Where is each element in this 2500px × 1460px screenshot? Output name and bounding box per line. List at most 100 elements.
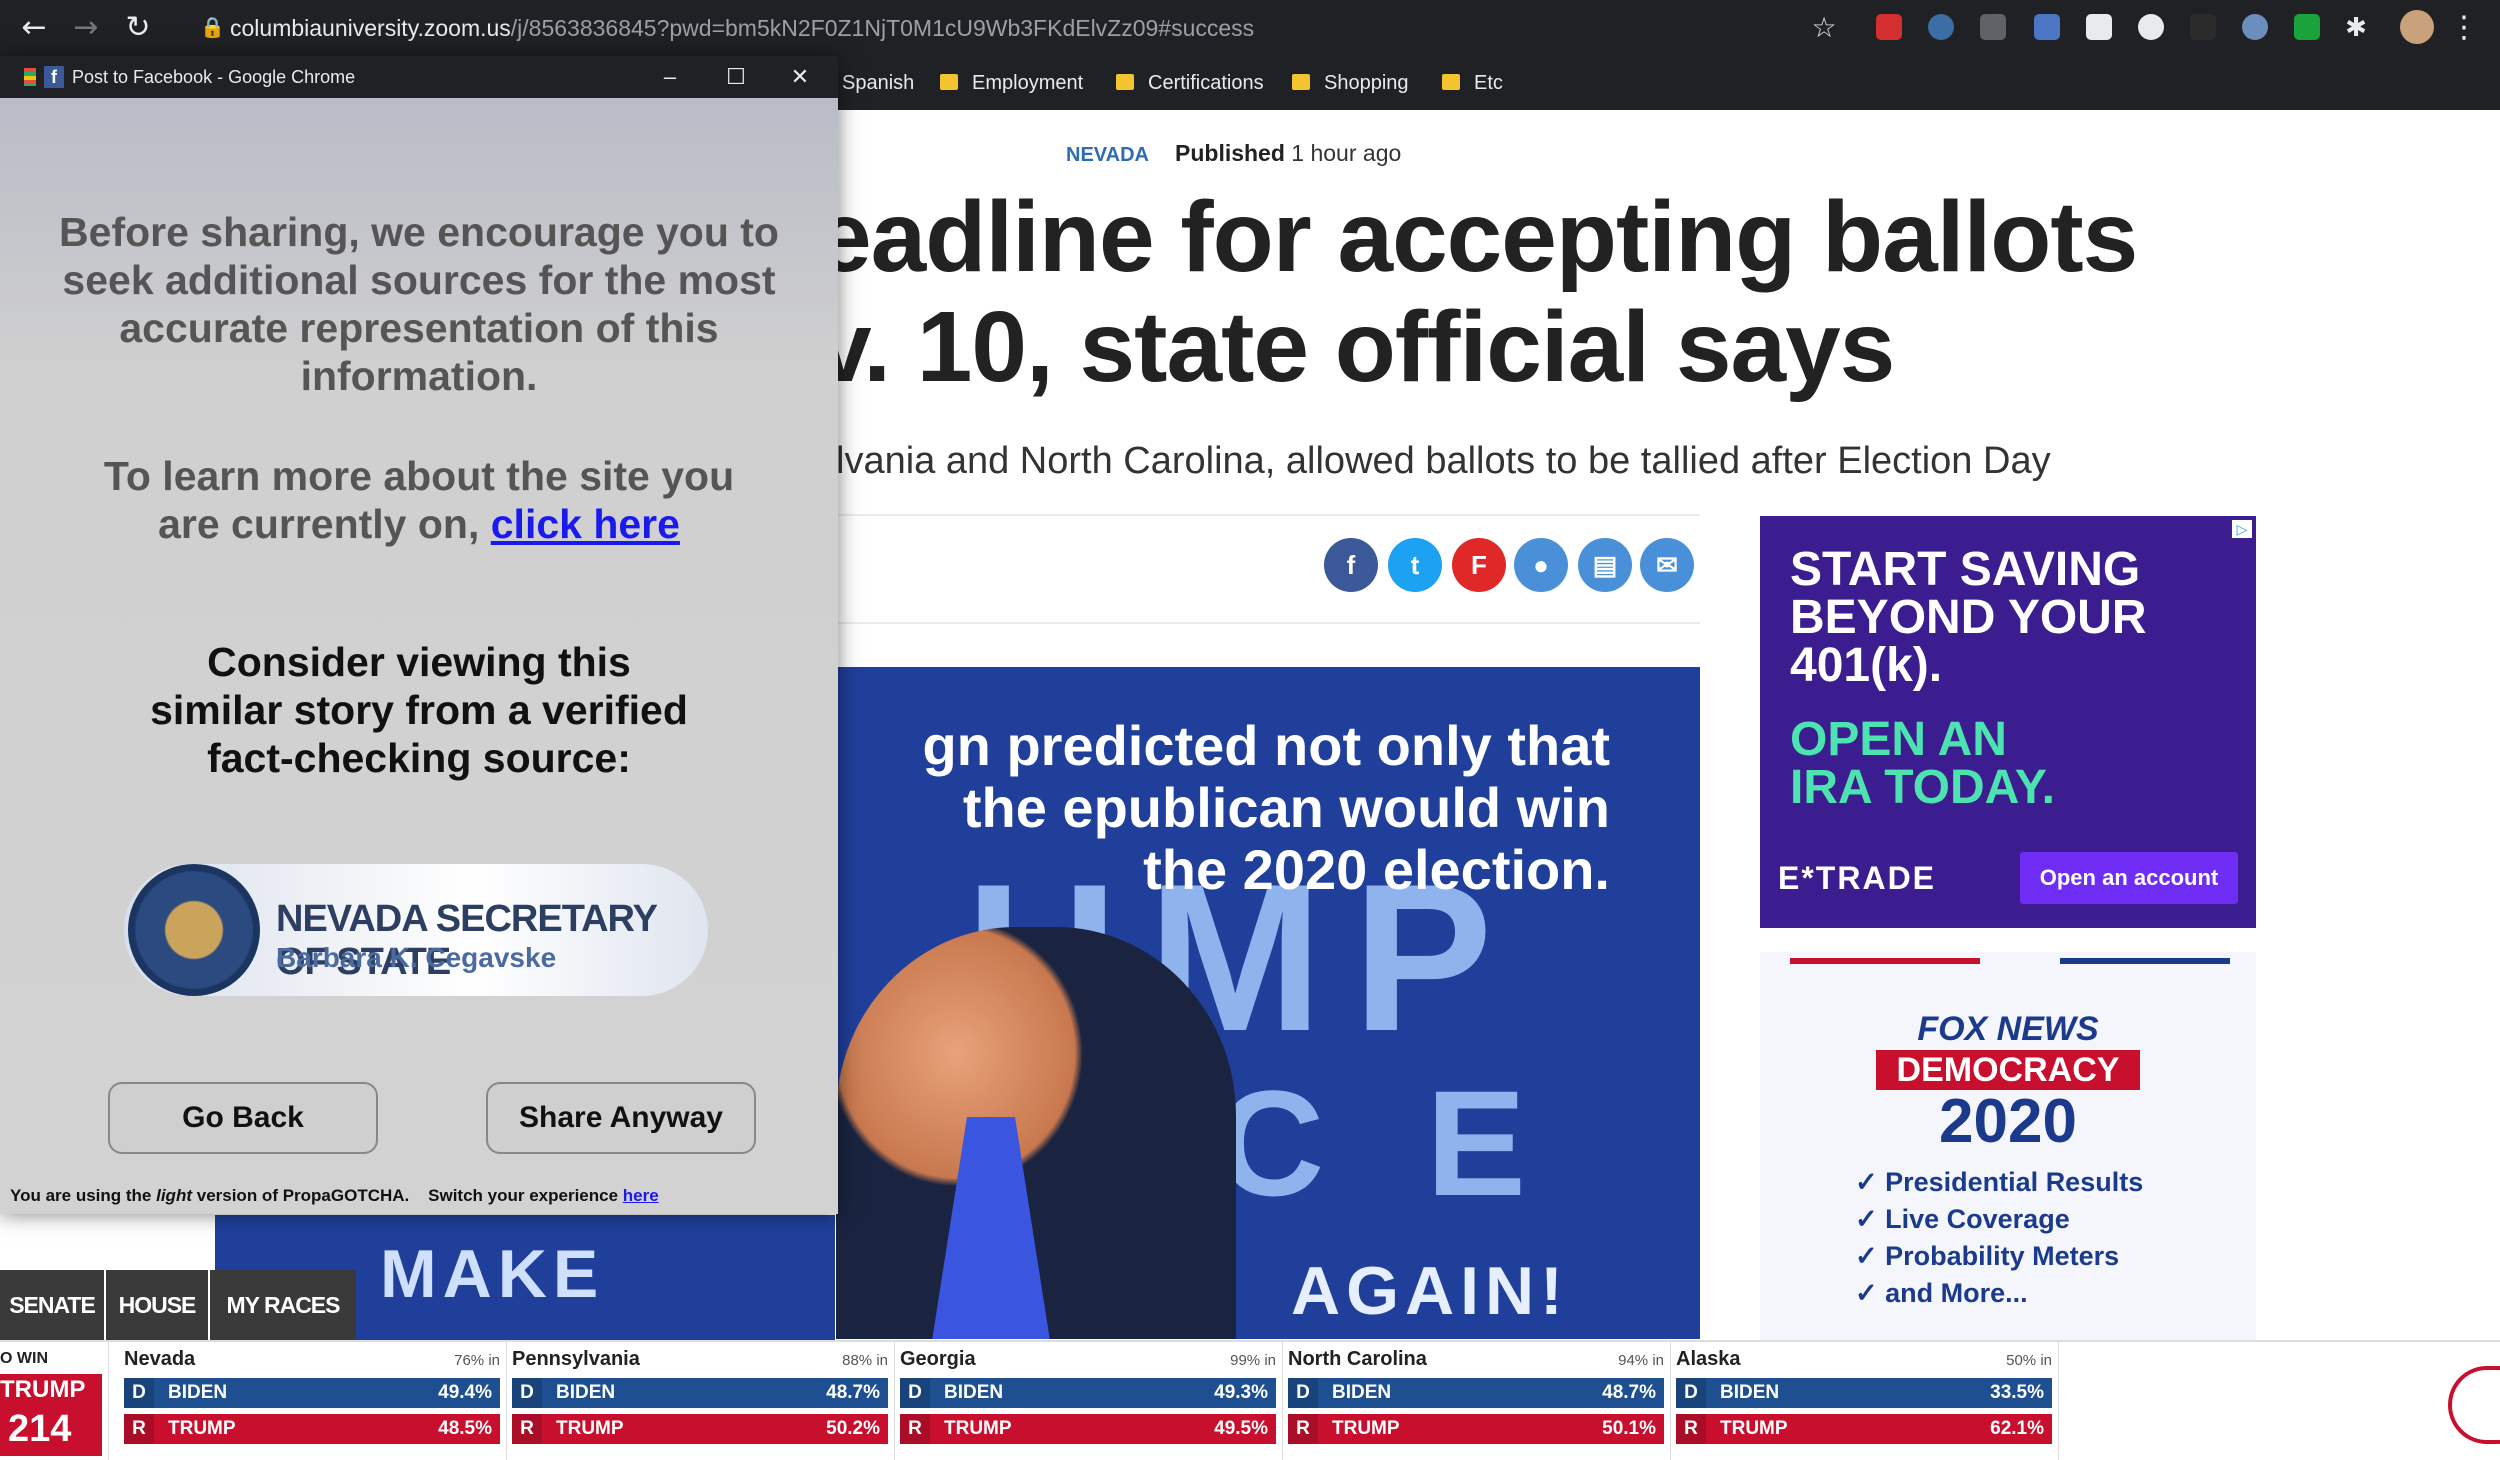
fact-check-source-link[interactable]: NEVADA SECRETARY OF STATE Barbara K. Ceg… [124, 864, 708, 996]
folder-icon [1116, 74, 1134, 90]
biden-pct: 49.4% [438, 1382, 492, 1403]
article-subhead: lvania and North Carolina, allowed ballo… [836, 440, 2051, 482]
biden-pct: 48.7% [1602, 1382, 1656, 1403]
version-footnote: You are using the light version of Propa… [10, 1186, 659, 1205]
trump-pct: 49.5% [1214, 1418, 1268, 1439]
extension-icon[interactable] [1928, 14, 1954, 40]
list-item: ✓ Live Coverage [1855, 1204, 2070, 1234]
trump-row: R TRUMP 48.5% [124, 1414, 500, 1444]
trump-pct: 48.5% [438, 1418, 492, 1439]
extension-icon[interactable] [2138, 14, 2164, 40]
menu-icon[interactable]: ⋮ [2444, 8, 2484, 48]
extension-icon[interactable] [2242, 14, 2268, 40]
headline-line-1: eadline for accepting ballots [816, 181, 2138, 293]
share-anyway-button[interactable]: Share Anyway [486, 1082, 756, 1154]
ad-cta-text: OPEN AN IRA TODAY. [1790, 713, 2055, 814]
folder-icon [940, 74, 958, 90]
list-item: ✓ Presidential Results [1855, 1167, 2144, 1197]
trump-row: R TRUMP 62.1% [1676, 1414, 2052, 1444]
bookmark-certifications[interactable]: Certifications [1116, 68, 1264, 98]
extension-icon[interactable] [2034, 14, 2060, 40]
puzzle-icon[interactable]: ✱ [2336, 8, 2376, 48]
go-back-button[interactable]: Go Back [108, 1082, 378, 1154]
state-card[interactable]: North Carolina 94% in D BIDEN 48.7% R TRUMP 50.… [1282, 1342, 1671, 1460]
trump-pct: 62.1% [1990, 1418, 2044, 1439]
etrade-ad[interactable]: ▷ START SAVING BEYOND YOUR 401(k). OPEN … [1760, 516, 2256, 928]
extension-icon[interactable] [1980, 14, 2006, 40]
adchoices-icon[interactable]: ▷ [2232, 520, 2252, 538]
twitter-share-icon[interactable]: t [1388, 538, 1442, 592]
fox-news-logo: FOX NEWS [1917, 1010, 2099, 1048]
nevada-seal-icon [128, 864, 260, 996]
bookmark-spanish[interactable]: Spanish [842, 68, 914, 98]
state-card[interactable]: Nevada 76% in D BIDEN 49.4% R TRUMP 48.5% [118, 1342, 507, 1460]
bookmark-employment[interactable]: Employment [940, 68, 1083, 98]
live-badge-button[interactable] [2448, 1366, 2500, 1444]
electoral-count: 214 [8, 1408, 72, 1450]
tab-senate[interactable]: SENATE [0, 1270, 104, 1340]
photo-caption: gn predicted not only that the epublican… [922, 714, 1610, 901]
photo-backdrop-text: AGAIN! [1291, 1253, 1569, 1329]
trump-total-card[interactable]: O WIN TRUMP 214 [0, 1342, 109, 1460]
forward-icon[interactable]: → [66, 8, 106, 48]
biden-pct: 33.5% [1990, 1382, 2044, 1403]
biden-row: D BIDEN 49.3% [900, 1378, 1276, 1408]
ad-stripe [1790, 958, 1980, 964]
close-icon[interactable]: ✕ [770, 56, 830, 98]
state-name: Pennsylvania [512, 1348, 640, 1370]
list-item: ✓ Probability Meters [1855, 1241, 2120, 1271]
state-name: North Carolina [1288, 1348, 1427, 1370]
fox-news-ad[interactable]: FOX NEWS DEMOCRACY 2020 ✓ Presidential R… [1760, 952, 2256, 1340]
bookmark-etc[interactable]: Etc [1442, 68, 1503, 98]
to-win-label: O WIN [0, 1350, 48, 1367]
switch-experience-link[interactable]: here [623, 1186, 659, 1205]
address-bar[interactable]: 🔒 columbiauniversity.zoom.us/j/856383684… [190, 6, 1870, 50]
tab-my-races[interactable]: MY RACES [210, 1270, 356, 1340]
source-person: Barbara K. Cegavske [276, 942, 557, 973]
reload-icon[interactable]: ↻ [118, 8, 158, 48]
biden-row: D BIDEN 48.7% [1288, 1378, 1664, 1408]
divider [836, 622, 1700, 624]
extension-icon[interactable] [2086, 14, 2112, 40]
article-category[interactable]: NEVADA [1066, 144, 1149, 167]
minimize-icon[interactable]: – [640, 56, 700, 98]
biden-row: D BIDEN 48.7% [512, 1378, 888, 1408]
extension-icon[interactable] [1876, 14, 1902, 40]
apps-icon [24, 68, 36, 86]
state-card[interactable]: Pennsylvania 88% in D BIDEN 48.7% R TRUMP 50.2% [506, 1342, 895, 1460]
url-path: /j/8563836845?pwd=bm5kN2F0Z1NjT0M1cU9Wb3… [510, 15, 1255, 41]
ad-headline: START SAVING BEYOND YOUR 401(k). [1790, 543, 2147, 692]
site-info-text: To learn more about the site you are cur… [103, 453, 735, 547]
divider [836, 514, 1700, 516]
bookmark-star-icon[interactable]: ☆ [1804, 8, 1844, 48]
comment-icon[interactable]: ● [1514, 538, 1568, 592]
etrade-logo: E*TRADE [1778, 860, 1937, 896]
propagotcha-popup: f Post to Facebook - Google Chrome – ☐ ✕… [0, 56, 838, 1214]
percent-in: 88% in [842, 1352, 888, 1369]
bookmark-shopping[interactable]: Shopping [1292, 68, 1409, 98]
email-icon[interactable]: ✉ [1640, 538, 1694, 592]
democracy-label: DEMOCRACY [1876, 1050, 2140, 1090]
avatar[interactable] [2400, 10, 2434, 44]
open-account-button[interactable]: Open an account [2020, 852, 2238, 904]
flipboard-share-icon[interactable]: F [1452, 538, 1506, 592]
extension-icon[interactable] [2190, 14, 2216, 40]
state-card[interactable]: Alaska 50% in D BIDEN 33.5% R TRUMP 62.1% [1670, 1342, 2059, 1460]
click-here-link[interactable]: click here [491, 501, 680, 547]
back-icon[interactable]: ← [14, 8, 54, 48]
checkmark-extension-icon[interactable] [2294, 14, 2320, 40]
folder-icon [1292, 74, 1310, 90]
maximize-icon[interactable]: ☐ [706, 56, 766, 98]
facebook-share-icon[interactable]: f [1324, 538, 1378, 592]
percent-in: 50% in [2006, 1352, 2052, 1369]
state-name: Nevada [124, 1348, 196, 1370]
biden-row: D BIDEN 49.4% [124, 1378, 500, 1408]
biden-pct: 49.3% [1214, 1382, 1268, 1403]
state-card[interactable]: Georgia 99% in D BIDEN 49.3% R TRUMP 49.5% [894, 1342, 1283, 1460]
state-name: Georgia [900, 1348, 976, 1370]
sharing-warning: Before sharing, we encourage you to seek… [59, 209, 779, 399]
print-icon[interactable]: ▤ [1578, 538, 1632, 592]
trump-row: R TRUMP 50.1% [1288, 1414, 1664, 1444]
tab-house[interactable]: HOUSE [106, 1270, 208, 1340]
article-photo[interactable]: UMP C E gn predicted not only that the e… [836, 667, 1700, 1339]
